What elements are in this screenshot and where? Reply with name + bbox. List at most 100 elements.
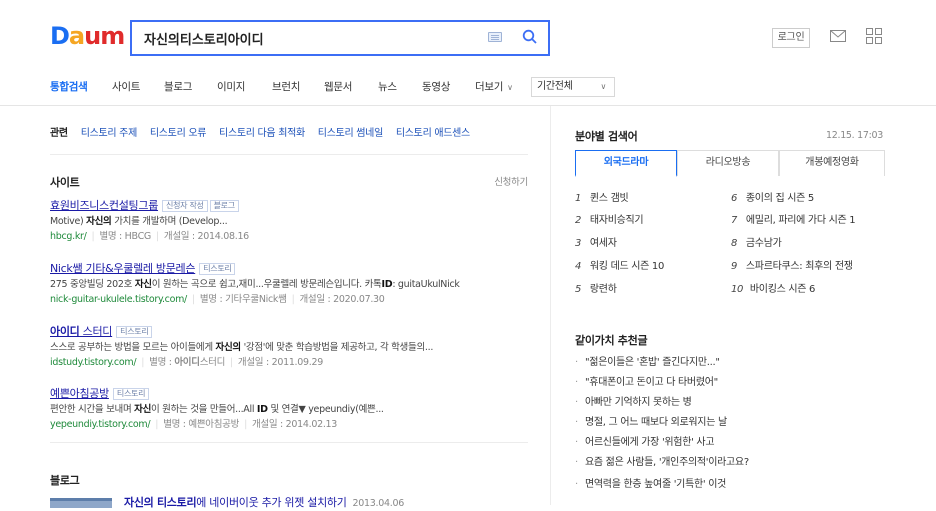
header: Daum 로그인 (0, 0, 936, 68)
rank-item[interactable]: 3 여세자 (575, 237, 617, 251)
related-link[interactable]: 티스토리 애드센스 (396, 128, 470, 139)
site-nickname: 별명 : 아이디스터디 (149, 357, 225, 368)
bullet: · (575, 457, 578, 468)
rank-text: 스파르타쿠스: 최후의 전쟁 (745, 261, 853, 272)
bullet: · (575, 357, 578, 368)
rank-item[interactable]: 6 종이의 집 시즌 5 (731, 192, 814, 206)
tab-more[interactable]: 더보기 ∨ (475, 80, 513, 95)
apply-link[interactable]: 신청하기 (494, 174, 528, 188)
site-result-desc: 275 중앙빌딩 202호 자신이 원하는 곡으로 쉽고,재미...우쿨렐레 방… (50, 278, 530, 292)
recommend-item[interactable]: · "젊은이들은 '혼밥' 즐긴다지만..." (575, 356, 720, 370)
tab-site[interactable]: 사이트 (112, 80, 140, 94)
daum-logo[interactable]: Daum (50, 24, 125, 48)
recommend-item[interactable]: · 명절, 그 어느 때보다 외로워지는 날 (575, 416, 727, 430)
apps-grid-icon[interactable] (866, 28, 882, 44)
bullet: · (575, 437, 578, 448)
login-button[interactable]: 로그인 (772, 28, 810, 48)
rank-item[interactable]: 8 금수남가 (731, 237, 782, 251)
search-icon[interactable] (522, 29, 538, 45)
rank-item[interactable]: 2 태자비승직기 (575, 214, 644, 228)
site-result-title[interactable]: Nick쌤 기타&우쿨렐레 방문레슨 (50, 262, 196, 275)
bullet: · (575, 479, 578, 490)
meta-text: 별명 : (149, 357, 175, 368)
tab-video[interactable]: 동영상 (422, 80, 450, 94)
separator: | (244, 419, 247, 430)
site-nickname: 별명 : HBCG (99, 231, 151, 242)
rank-item[interactable]: 10 바이킹스 시즌 6 (731, 283, 815, 297)
tab-news[interactable]: 뉴스 (378, 80, 397, 94)
site-result-desc: 편안한 시간을 보내며 자신이 원하는 것을 만들어...All ID 및 연결… (50, 403, 530, 417)
desc-text: 및 연결▼ yepeundiy(예쁜... (267, 404, 384, 415)
tab-upcoming-movies[interactable]: 개봉예정영화 (779, 150, 885, 176)
divider (50, 442, 528, 443)
badge: 신청자 작성 (162, 200, 208, 212)
site-result-desc: Motive) 자신의 가치를 개발하며 (Develop... (50, 215, 530, 229)
logo-letter-m: m (100, 22, 125, 50)
rank-number: 8 (731, 238, 738, 249)
tab-image[interactable]: 이미지 (217, 80, 245, 94)
site-result-title[interactable]: 효원비즈니스컨설팅그룹 (50, 199, 158, 212)
keyboard-icon[interactable] (488, 32, 502, 42)
site-result-url[interactable]: idstudy.tistory.com/ (50, 357, 137, 368)
more-label: 더보기 (475, 81, 504, 93)
tab-brunch[interactable]: 브런치 (272, 80, 300, 94)
mail-icon[interactable] (830, 30, 846, 42)
related-link[interactable]: 티스토리 썸네일 (318, 128, 383, 139)
tab-web[interactable]: 웹문서 (324, 80, 352, 94)
blog-result: 자신의 티스토리에 네이버이웃 추가 위젯 설치하기 2013.04.06 (50, 496, 530, 511)
column-divider (550, 106, 551, 505)
rank-item[interactable]: 5 랑련하 (575, 283, 617, 297)
tab-foreign-drama[interactable]: 외국드라마 (575, 150, 677, 177)
meta-text: 스터디 (199, 357, 226, 368)
site-result-title[interactable]: 예쁜아침공방 (50, 387, 109, 400)
recommend-item[interactable]: · 아빠만 기억하지 못하는 병 (575, 396, 692, 410)
related-link[interactable]: 티스토리 오류 (150, 128, 207, 139)
blog-thumbnail[interactable] (50, 498, 112, 508)
tab-blog[interactable]: 블로그 (164, 80, 192, 94)
rank-text: 바이킹스 시즌 6 (749, 284, 816, 295)
search-input[interactable] (144, 28, 474, 48)
recommend-item[interactable]: · 면역력을 한층 높여줄 '기특한' 이것 (575, 478, 726, 492)
rank-item[interactable]: 7 에밀리, 파리에 가다 시즌 1 (731, 214, 856, 228)
rank-number: 7 (731, 215, 738, 226)
desc-highlight: ID (256, 404, 268, 415)
recommend-text: 명절, 그 어느 때보다 외로워지는 날 (585, 417, 727, 428)
period-select[interactable]: 기간전체 ∨ (531, 77, 615, 97)
search-tabs: 통합검색 사이트 블로그 이미지 브런치 웹문서 뉴스 동영상 더보기 ∨ 기간전… (0, 68, 936, 106)
related-link[interactable]: 티스토리 다음 최적화 (219, 128, 305, 139)
recommend-title: 같이가치 추천글 (575, 334, 648, 347)
blog-result-title[interactable]: 자신의 티스토리에 네이버이웃 추가 위젯 설치하기 2013.04.06 (124, 496, 404, 511)
title-highlight: 자신의 티스토리 (124, 496, 197, 509)
rank-item[interactable]: 4 워킹 데드 시즌 10 (575, 260, 664, 274)
desc-text: Motive) (50, 216, 87, 227)
rank-number: 10 (731, 284, 744, 295)
site-result-title[interactable]: 아이디 스터디 (50, 325, 112, 338)
related-link[interactable]: 티스토리 주제 (81, 128, 138, 139)
site-created-date: 개설일 : 2020.07.30 (299, 294, 385, 305)
blog-date: 2013.04.06 (352, 498, 405, 509)
period-label: 기간전체 (537, 81, 573, 92)
title-highlight: 아이디 (50, 325, 80, 338)
site-result-url[interactable]: nick-guitar-ukulele.tistory.com/ (50, 294, 187, 305)
recommend-item[interactable]: · "휴대폰이고 돈이고 다 타버렸어" (575, 376, 718, 390)
bullet: · (575, 397, 578, 408)
rank-item[interactable]: 9 스파르타쿠스: 최후의 전쟁 (731, 260, 853, 274)
site-result-url[interactable]: hbcg.kr/ (50, 231, 87, 242)
recommend-item[interactable]: · 요즘 젊은 사람들, '개인주의적'이라고요? (575, 456, 749, 470)
category-search-title: 분야별 검색어 (575, 130, 638, 143)
desc-text: 275 중앙빌딩 202호 (50, 279, 135, 290)
rank-text: 태자비승직기 (589, 215, 644, 226)
rank-text: 워킹 데드 시즌 10 (589, 261, 665, 272)
recommend-text: 요즘 젊은 사람들, '개인주의적'이라고요? (585, 457, 749, 468)
update-time: 12.15. 17:03 (825, 130, 883, 141)
site-nickname: 별명 : 기타우쿨Nick쌤 (199, 294, 287, 305)
rank-item[interactable]: 1 퀸스 갬빗 (575, 192, 629, 206)
tab-integrated[interactable]: 통합검색 (50, 80, 88, 94)
site-nickname: 별명 : 예쁜아침공방 (163, 419, 240, 430)
desc-text: 편안한 시간을 보내며 (50, 404, 135, 415)
site-result: 예쁜아침공방 티스토리 편안한 시간을 보내며 자신이 원하는 것을 만들어...… (50, 386, 530, 432)
recommend-item[interactable]: · 어르신들에게 가장 '위험한' 사고 (575, 436, 715, 450)
site-result-url[interactable]: yepeundiy.tistory.com/ (50, 419, 151, 430)
tab-radio[interactable]: 라디오방송 (677, 150, 779, 176)
separator: | (191, 294, 195, 305)
